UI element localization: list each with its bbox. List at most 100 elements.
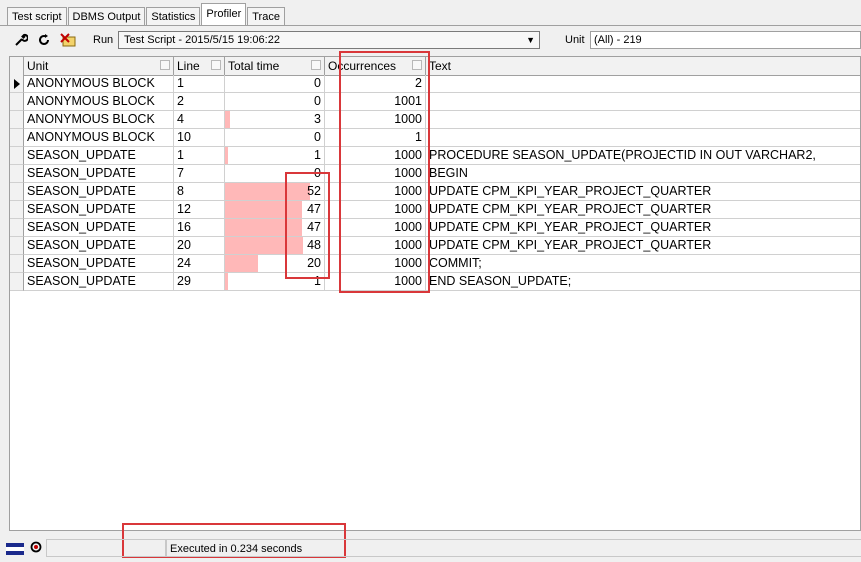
cell-line[interactable]: 2 — [174, 93, 225, 111]
table-row[interactable]: SEASON_UPDATE 7 0 1000 BEGIN — [10, 165, 860, 183]
cell-line[interactable]: 16 — [174, 219, 225, 237]
output-mode-icon[interactable] — [6, 543, 24, 555]
row-indicator[interactable] — [10, 93, 24, 111]
cell-total-time[interactable]: 0 — [225, 75, 325, 93]
cell-unit[interactable]: SEASON_UPDATE — [24, 219, 174, 237]
table-row[interactable]: SEASON_UPDATE 20 48 1000 UPDATE CPM_KPI_YEAR… — [10, 237, 860, 255]
row-indicator[interactable] — [10, 273, 24, 291]
table-row[interactable]: ANONYMOUS BLOCK 4 3 1000 — [10, 111, 860, 129]
cell-text[interactable]: UPDATE CPM_KPI_YEAR_PROJECT_QUARTER — [426, 183, 860, 201]
cell-line[interactable]: 24 — [174, 255, 225, 273]
cell-total-time[interactable]: 47 — [225, 219, 325, 237]
table-row[interactable]: SEASON_UPDATE 29 1 1000 END SEASON_UPDATE; — [10, 273, 860, 291]
cell-text[interactable]: UPDATE CPM_KPI_YEAR_PROJECT_QUARTER — [426, 219, 860, 237]
cell-text[interactable] — [426, 111, 860, 129]
profiler-grid[interactable]: Unit Line Total time Occurrences Text AN… — [9, 56, 861, 531]
column-button-icon[interactable] — [412, 60, 422, 70]
tab-test-script[interactable]: Test script — [7, 7, 67, 25]
column-button-icon[interactable] — [311, 60, 321, 70]
row-indicator[interactable] — [10, 129, 24, 147]
row-indicator[interactable] — [10, 111, 24, 129]
cell-unit[interactable]: SEASON_UPDATE — [24, 273, 174, 291]
cell-text[interactable]: UPDATE CPM_KPI_YEAR_PROJECT_QUARTER — [426, 201, 860, 219]
cell-total-time[interactable]: 48 — [225, 237, 325, 255]
table-row[interactable]: SEASON_UPDATE 8 52 1000 UPDATE CPM_KPI_YEAR_… — [10, 183, 860, 201]
row-indicator[interactable] — [10, 237, 24, 255]
table-row[interactable]: SEASON_UPDATE 16 47 1000 UPDATE CPM_KPI_YEAR… — [10, 219, 860, 237]
row-indicator[interactable] — [10, 183, 24, 201]
cell-line[interactable]: 1 — [174, 75, 225, 93]
table-row[interactable]: SEASON_UPDATE 12 47 1000 UPDATE CPM_KPI_YEAR… — [10, 201, 860, 219]
table-row[interactable]: SEASON_UPDATE 1 1 1000 PROCEDURE SEASON_UPDA… — [10, 147, 860, 165]
chevron-down-icon[interactable]: ▼ — [526, 32, 535, 48]
cell-line[interactable]: 8 — [174, 183, 225, 201]
cell-line[interactable]: 1 — [174, 147, 225, 165]
cell-text[interactable]: PROCEDURE SEASON_UPDATE(PROJECTID IN OUT… — [426, 147, 860, 165]
cell-unit[interactable]: ANONYMOUS BLOCK — [24, 75, 174, 93]
header-unit[interactable]: Unit — [24, 57, 174, 75]
tab-statistics[interactable]: Statistics — [146, 7, 201, 25]
wrench-icon[interactable] — [14, 33, 29, 47]
cell-total-time[interactable]: 0 — [225, 93, 325, 111]
cell-occurrences[interactable]: 1000 — [325, 219, 426, 237]
cell-unit[interactable]: ANONYMOUS BLOCK — [24, 111, 174, 129]
cell-unit[interactable]: SEASON_UPDATE — [24, 255, 174, 273]
cell-occurrences[interactable]: 2 — [325, 75, 426, 93]
column-button-icon[interactable] — [211, 60, 221, 70]
cell-occurrences[interactable]: 1000 — [325, 111, 426, 129]
row-indicator[interactable] — [10, 147, 24, 165]
cell-text[interactable] — [426, 93, 860, 111]
cell-unit[interactable]: SEASON_UPDATE — [24, 183, 174, 201]
cell-unit[interactable]: ANONYMOUS BLOCK — [24, 129, 174, 147]
cell-line[interactable]: 20 — [174, 237, 225, 255]
cell-total-time[interactable]: 1 — [225, 273, 325, 291]
row-indicator[interactable] — [10, 75, 24, 93]
busy-icon[interactable] — [30, 541, 42, 556]
tab-profiler[interactable]: Profiler — [201, 3, 247, 25]
cell-occurrences[interactable]: 1000 — [325, 255, 426, 273]
cell-line[interactable]: 29 — [174, 273, 225, 291]
cell-occurrences[interactable]: 1000 — [325, 273, 426, 291]
table-row[interactable]: ANONYMOUS BLOCK 10 0 1 — [10, 129, 860, 147]
cell-text[interactable] — [426, 129, 860, 147]
tab-dbms-output[interactable]: DBMS Output — [67, 7, 146, 25]
cell-total-time[interactable]: 0 — [225, 129, 325, 147]
row-indicator[interactable] — [10, 201, 24, 219]
cell-total-time[interactable]: 1 — [225, 147, 325, 165]
column-button-icon[interactable] — [160, 60, 170, 70]
cell-text[interactable]: UPDATE CPM_KPI_YEAR_PROJECT_QUARTER — [426, 237, 860, 255]
cell-unit[interactable]: SEASON_UPDATE — [24, 165, 174, 183]
header-occurrences[interactable]: Occurrences — [325, 57, 426, 75]
cell-text[interactable]: COMMIT; — [426, 255, 860, 273]
refresh-icon[interactable] — [37, 33, 51, 47]
cell-occurrences[interactable]: 1000 — [325, 147, 426, 165]
clear-report-icon[interactable] — [60, 33, 77, 47]
cell-unit[interactable]: SEASON_UPDATE — [24, 147, 174, 165]
cell-occurrences[interactable]: 1000 — [325, 165, 426, 183]
cell-occurrences[interactable]: 1000 — [325, 237, 426, 255]
cell-line[interactable]: 4 — [174, 111, 225, 129]
table-row[interactable]: ANONYMOUS BLOCK 2 0 1001 — [10, 93, 860, 111]
header-total-time[interactable]: Total time — [225, 57, 325, 75]
header-line[interactable]: Line — [174, 57, 225, 75]
cell-unit[interactable]: SEASON_UPDATE — [24, 201, 174, 219]
cell-occurrences[interactable]: 1000 — [325, 183, 426, 201]
cell-line[interactable]: 7 — [174, 165, 225, 183]
tab-trace[interactable]: Trace — [247, 7, 285, 25]
table-row[interactable]: SEASON_UPDATE 24 20 1000 COMMIT; — [10, 255, 860, 273]
header-text[interactable]: Text — [426, 57, 860, 75]
cell-text[interactable] — [426, 75, 860, 93]
cell-total-time[interactable]: 20 — [225, 255, 325, 273]
cell-total-time[interactable]: 0 — [225, 165, 325, 183]
row-indicator[interactable] — [10, 165, 24, 183]
run-select[interactable]: Test Script - 2015/5/15 19:06:22 ▼ — [118, 31, 540, 49]
row-indicator[interactable] — [10, 219, 24, 237]
cell-unit[interactable]: SEASON_UPDATE — [24, 237, 174, 255]
cell-line[interactable]: 10 — [174, 129, 225, 147]
cell-unit[interactable]: ANONYMOUS BLOCK — [24, 93, 174, 111]
unit-field[interactable]: (All) - 219 — [590, 31, 861, 49]
cell-total-time[interactable]: 3 — [225, 111, 325, 129]
cell-text[interactable]: END SEASON_UPDATE; — [426, 273, 860, 291]
cell-total-time[interactable]: 47 — [225, 201, 325, 219]
cell-occurrences[interactable]: 1000 — [325, 201, 426, 219]
